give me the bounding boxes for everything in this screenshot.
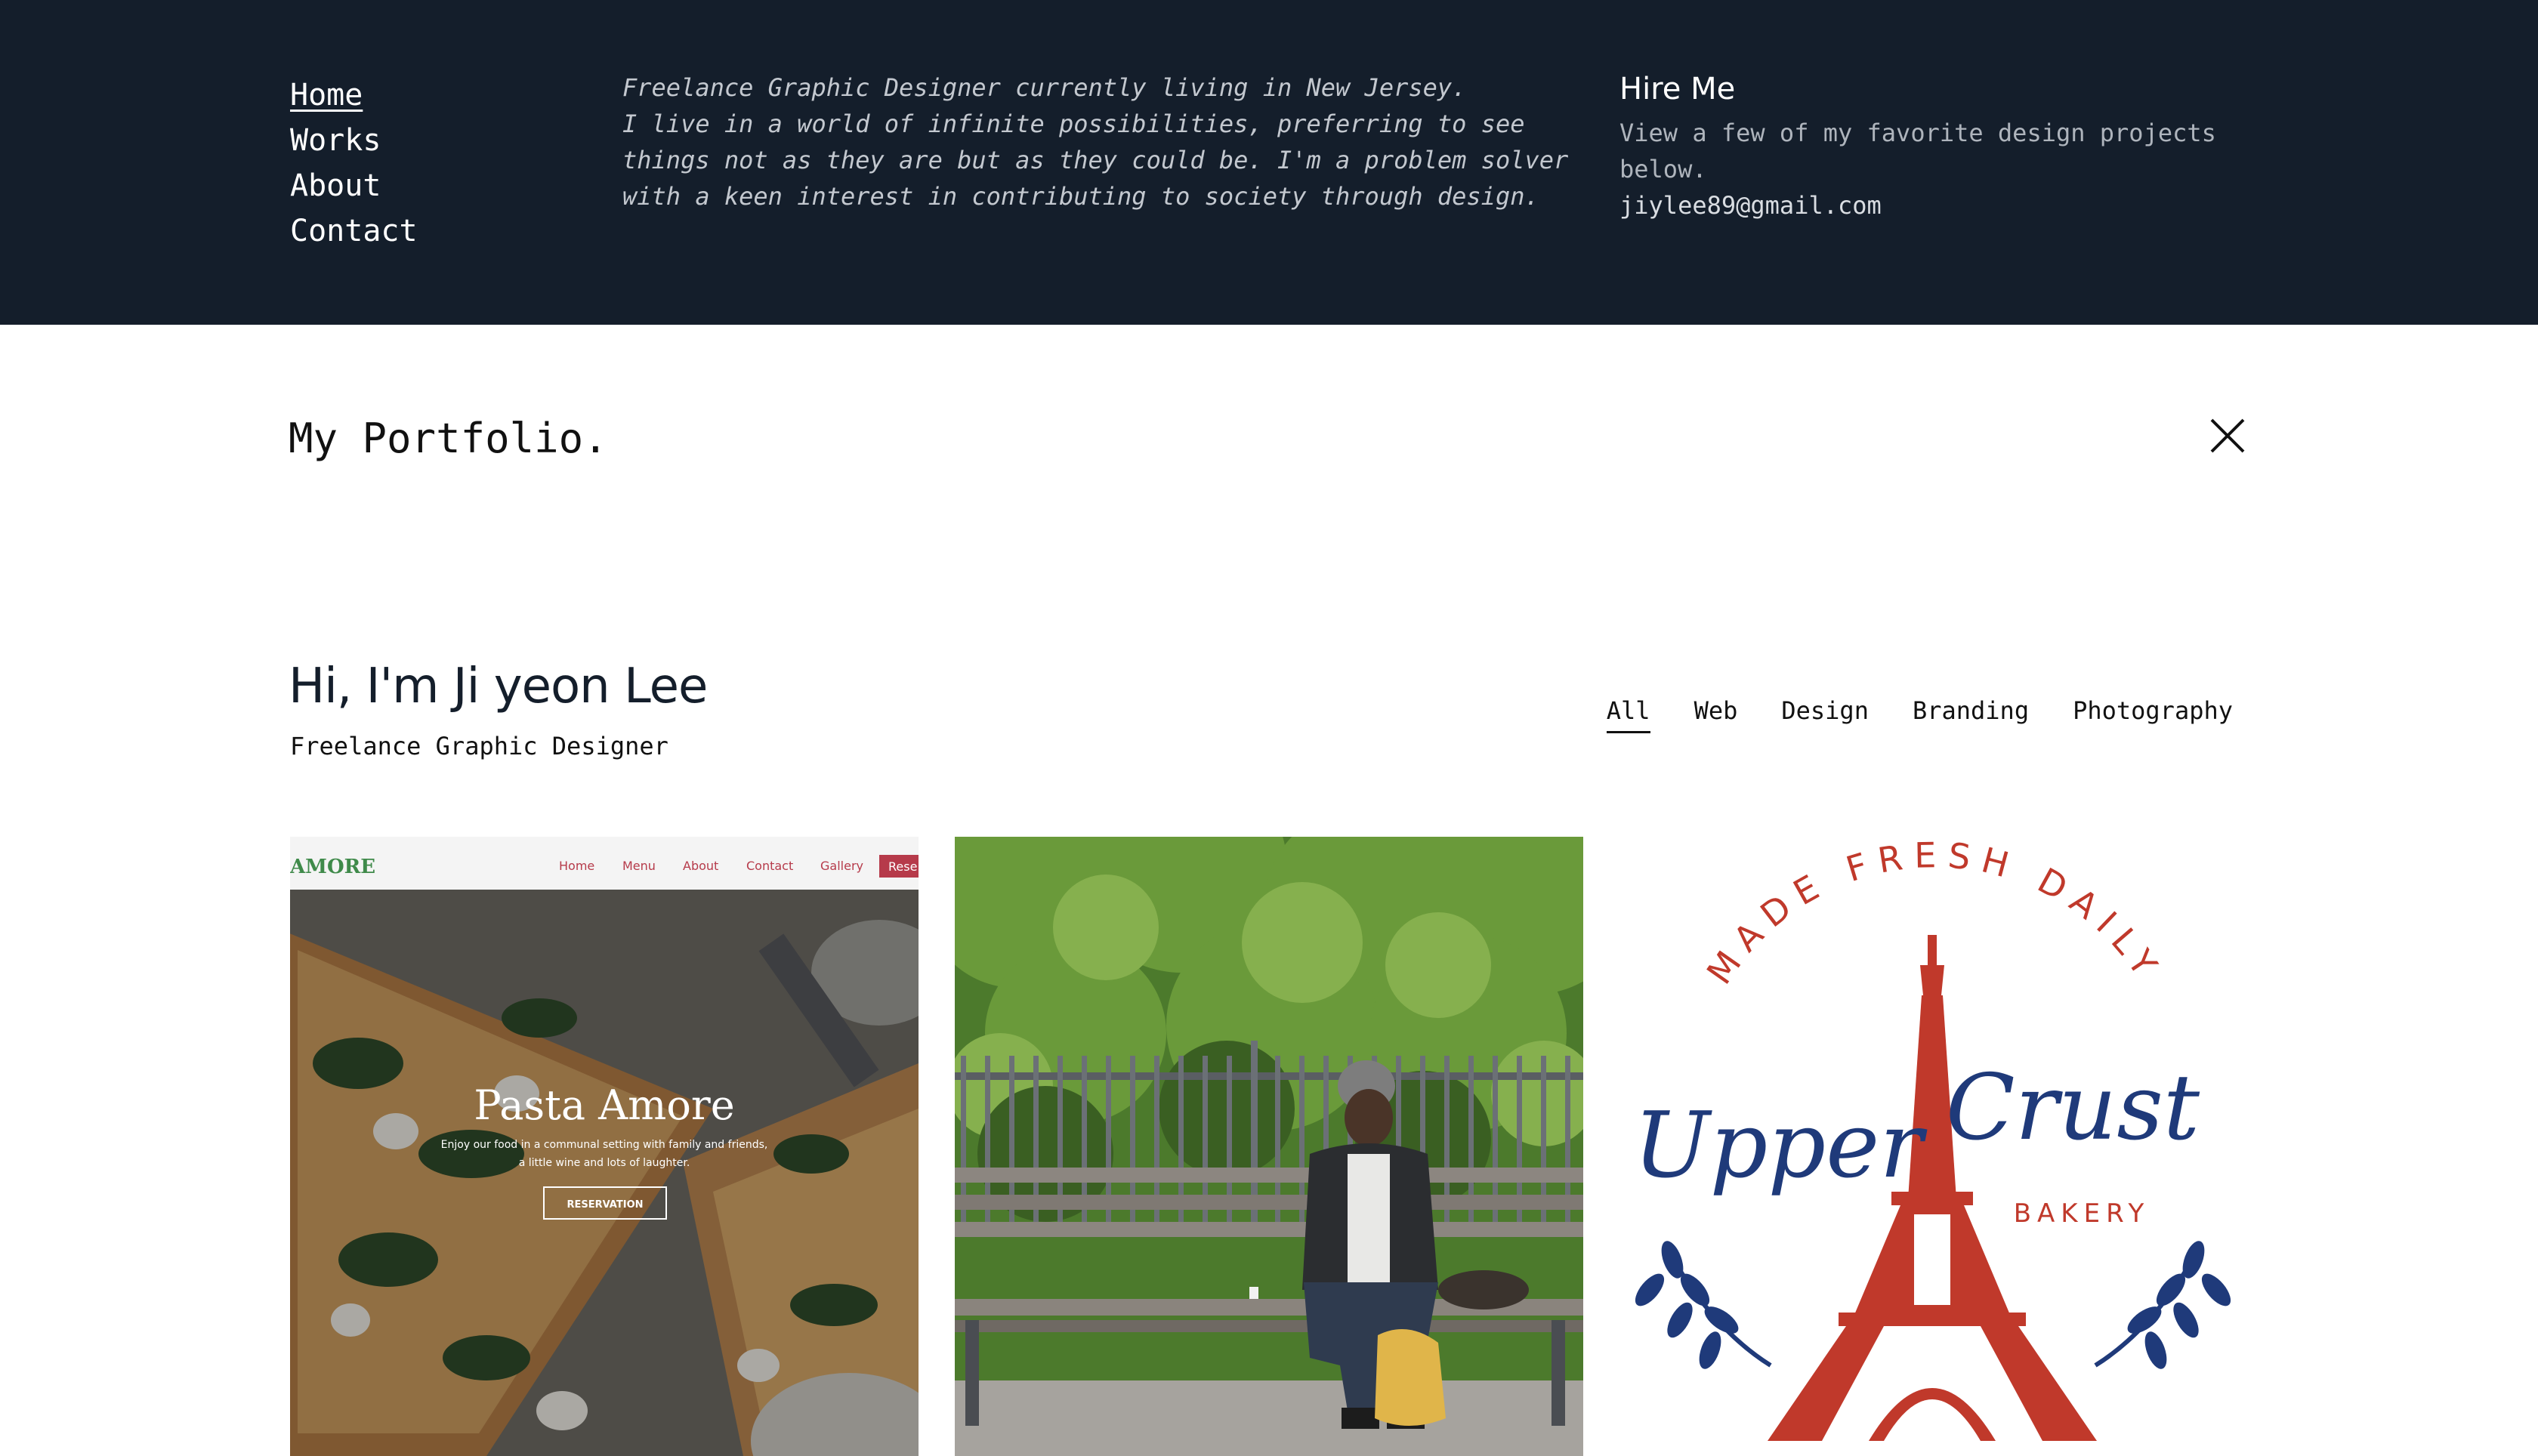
web-menu-gallery: Gallery [820, 859, 863, 873]
hire-me-title: Hire Me [1619, 72, 1736, 106]
nav-item-works[interactable]: Works [290, 118, 418, 163]
web-logo: AMORE [290, 856, 375, 878]
bakery-script-upper: Upper [1633, 1094, 1928, 1198]
hire-me-block: Hire Me View a few of my favorite design… [1619, 68, 2254, 224]
filter-design[interactable]: Design [1781, 693, 1869, 733]
laurel-right-icon [2094, 1241, 2231, 1369]
bakery-script-crust: Crust [1946, 1056, 2200, 1161]
close-button[interactable] [2207, 415, 2248, 456]
portfolio-item-upper-crust-bakery[interactable]: MADE FRESH DAILY Upper Crust BAKERY [1619, 837, 2248, 1456]
bakery-subtitle: BAKERY [2014, 1198, 2151, 1229]
portfolio-item-photography[interactable] [955, 837, 1583, 1456]
filter-branding[interactable]: Branding [1913, 693, 2029, 733]
upper-crust-logo: MADE FRESH DAILY Upper Crust BAKERY [1633, 837, 2231, 1441]
web-hero-line2: a little wine and lots of laughter. [519, 1157, 690, 1169]
web-menu-menu: Menu [622, 859, 656, 873]
web-hero-title: Pasta Amore [474, 1081, 734, 1129]
web-hero-button: RESERVATION [567, 1199, 643, 1211]
filter-all[interactable]: All [1606, 693, 1650, 733]
web-hero-line1: Enjoy our food in a communal setting wit… [441, 1139, 768, 1151]
portfolio-filters: All Web Design Branding Photography [1606, 693, 2233, 733]
nav-item-home[interactable]: Home [290, 72, 418, 118]
web-menu-home: Home [559, 859, 594, 873]
hire-me-text: View a few of my favorite design project… [1619, 119, 2216, 184]
web-menu-about: About [683, 859, 718, 873]
laurel-left-icon [1635, 1241, 1772, 1369]
park-bench-photo [955, 837, 1583, 1456]
filter-photography[interactable]: Photography [2073, 693, 2233, 733]
filter-web[interactable]: Web [1694, 693, 1738, 733]
portfolio-title: My Portfolio. [289, 415, 608, 462]
bio-text: Freelance Graphic Designer currently liv… [622, 73, 1569, 211]
email-link[interactable]: jiylee89@gmail.com [1619, 187, 2254, 224]
nav-item-contact[interactable]: Contact [290, 208, 418, 254]
close-icon [2210, 418, 2245, 453]
web-reserve-cta: Rese [888, 859, 917, 874]
header-panel: Home Works About Contact Freelance Graph… [0, 0, 2538, 325]
portfolio-item-pasta-amore[interactable]: AMORE Home Menu About Contact Gallery Re… [290, 837, 919, 1456]
role-subtitle: Freelance Graphic Designer [290, 732, 668, 760]
web-menu-contact: Contact [746, 859, 793, 873]
nav-item-about[interactable]: About [290, 163, 418, 208]
greeting-heading: Hi, I'm Ji yeon Lee [289, 659, 708, 714]
main-nav: Home Works About Contact [290, 72, 418, 254]
pasta-amore-thumbnail: AMORE Home Menu About Contact Gallery Re… [290, 837, 919, 1456]
